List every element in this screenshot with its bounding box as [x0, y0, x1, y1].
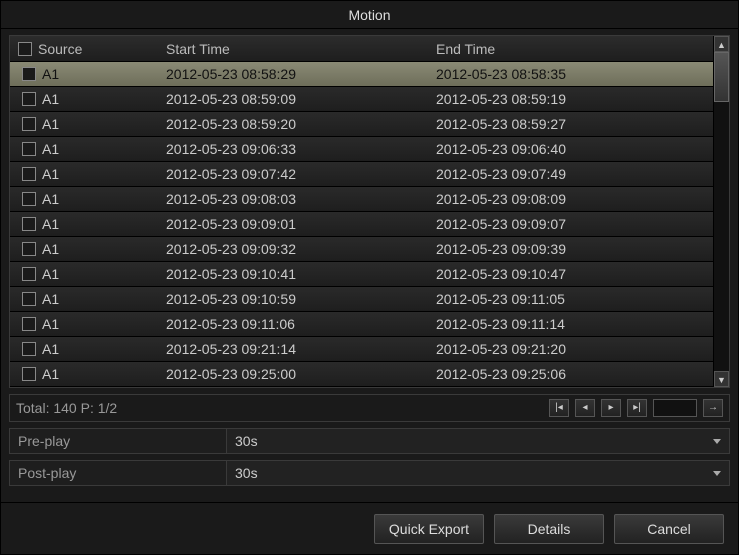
row-end: 2012-05-23 09:09:39 — [430, 241, 713, 257]
row-source: A1 — [42, 66, 59, 82]
page-input[interactable] — [653, 399, 697, 417]
row-checkbox[interactable] — [22, 267, 36, 281]
row-start: 2012-05-23 09:06:33 — [160, 141, 430, 157]
row-start: 2012-05-23 09:08:03 — [160, 191, 430, 207]
header-start: Start Time — [160, 41, 430, 57]
table-row[interactable]: A1 2012-05-23 09:21:142012-05-23 09:21:20 — [10, 337, 713, 362]
next-page-button[interactable]: ▸ — [601, 399, 621, 417]
table-row[interactable]: A1 2012-05-23 09:09:322012-05-23 09:09:39 — [10, 237, 713, 262]
postplay-value: 30s — [235, 465, 258, 481]
row-start: 2012-05-23 08:59:20 — [160, 116, 430, 132]
vertical-scrollbar[interactable]: ▲ ▼ — [713, 36, 729, 387]
header-end: End Time — [430, 41, 713, 57]
postplay-row: Post-play 30s — [9, 460, 730, 486]
table-row[interactable]: A1 2012-05-23 08:58:292012-05-23 08:58:35 — [10, 62, 713, 87]
row-source: A1 — [42, 291, 59, 307]
row-start: 2012-05-23 09:25:00 — [160, 366, 430, 382]
row-start: 2012-05-23 09:21:14 — [160, 341, 430, 357]
details-button[interactable]: Details — [494, 514, 604, 544]
cancel-button[interactable]: Cancel — [614, 514, 724, 544]
row-checkbox[interactable] — [22, 242, 36, 256]
preplay-value: 30s — [235, 433, 258, 449]
header-source: Source — [38, 41, 82, 57]
table-header-row: Source Start Time End Time — [10, 36, 713, 62]
prev-page-button[interactable]: ◂ — [575, 399, 595, 417]
row-end: 2012-05-23 09:10:47 — [430, 266, 713, 282]
dialog-footer: Quick Export Details Cancel — [1, 502, 738, 554]
scroll-track[interactable] — [714, 52, 729, 371]
row-checkbox[interactable] — [22, 167, 36, 181]
postplay-label: Post-play — [10, 465, 226, 481]
row-start: 2012-05-23 09:07:42 — [160, 166, 430, 182]
row-source: A1 — [42, 316, 59, 332]
postplay-select[interactable]: 30s — [226, 461, 729, 485]
scroll-thumb[interactable] — [714, 52, 729, 102]
last-page-button[interactable]: ▸| — [627, 399, 647, 417]
row-end: 2012-05-23 08:59:19 — [430, 91, 713, 107]
first-page-button[interactable]: |◂ — [549, 399, 569, 417]
preplay-row: Pre-play 30s — [9, 428, 730, 454]
table-row[interactable]: A1 2012-05-23 09:10:592012-05-23 09:11:05 — [10, 287, 713, 312]
table-row[interactable]: A1 2012-05-23 08:59:092012-05-23 08:59:19 — [10, 87, 713, 112]
table-row[interactable]: A1 2012-05-23 08:59:202012-05-23 08:59:27 — [10, 112, 713, 137]
row-source: A1 — [42, 216, 59, 232]
row-source: A1 — [42, 91, 59, 107]
row-checkbox[interactable] — [22, 192, 36, 206]
scroll-down-icon[interactable]: ▼ — [714, 371, 729, 387]
row-checkbox[interactable] — [22, 367, 36, 381]
row-checkbox[interactable] — [22, 117, 36, 131]
table-row[interactable]: A1 2012-05-23 09:06:332012-05-23 09:06:40 — [10, 137, 713, 162]
table-row[interactable]: A1 2012-05-23 09:08:032012-05-23 09:08:09 — [10, 187, 713, 212]
row-source: A1 — [42, 341, 59, 357]
row-start: 2012-05-23 09:10:41 — [160, 266, 430, 282]
row-source: A1 — [42, 266, 59, 282]
row-end: 2012-05-23 09:21:20 — [430, 341, 713, 357]
row-end: 2012-05-23 09:25:06 — [430, 366, 713, 382]
row-end: 2012-05-23 08:59:27 — [430, 116, 713, 132]
pager-status: Total: 140 P: 1/2 — [16, 400, 117, 416]
row-end: 2012-05-23 09:11:14 — [430, 316, 713, 332]
row-source: A1 — [42, 141, 59, 157]
row-source: A1 — [42, 166, 59, 182]
row-source: A1 — [42, 241, 59, 257]
row-checkbox[interactable] — [22, 92, 36, 106]
row-checkbox[interactable] — [22, 292, 36, 306]
row-source: A1 — [42, 191, 59, 207]
row-end: 2012-05-23 09:11:05 — [430, 291, 713, 307]
scroll-up-icon[interactable]: ▲ — [714, 36, 729, 52]
row-end: 2012-05-23 09:09:07 — [430, 216, 713, 232]
row-end: 2012-05-23 08:58:35 — [430, 66, 713, 82]
select-all-checkbox[interactable] — [18, 42, 32, 56]
row-start: 2012-05-23 09:09:01 — [160, 216, 430, 232]
table-row[interactable]: A1 2012-05-23 09:10:412012-05-23 09:10:47 — [10, 262, 713, 287]
row-start: 2012-05-23 09:10:59 — [160, 291, 430, 307]
motion-dialog: Motion Source Start Time End Time A1 2012… — [0, 0, 739, 555]
quick-export-button[interactable]: Quick Export — [374, 514, 484, 544]
row-start: 2012-05-23 09:09:32 — [160, 241, 430, 257]
row-source: A1 — [42, 116, 59, 132]
table-row[interactable]: A1 2012-05-23 09:07:422012-05-23 09:07:49 — [10, 162, 713, 187]
row-end: 2012-05-23 09:06:40 — [430, 141, 713, 157]
row-start: 2012-05-23 08:59:09 — [160, 91, 430, 107]
row-checkbox[interactable] — [22, 67, 36, 81]
row-checkbox[interactable] — [22, 342, 36, 356]
table-row[interactable]: A1 2012-05-23 09:25:002012-05-23 09:25:06 — [10, 362, 713, 387]
row-start: 2012-05-23 08:58:29 — [160, 66, 430, 82]
dialog-content: Source Start Time End Time A1 2012-05-23 … — [1, 29, 738, 502]
table-row[interactable]: A1 2012-05-23 09:09:012012-05-23 09:09:07 — [10, 212, 713, 237]
motion-table: Source Start Time End Time A1 2012-05-23 … — [9, 35, 730, 388]
row-checkbox[interactable] — [22, 142, 36, 156]
row-end: 2012-05-23 09:07:49 — [430, 166, 713, 182]
row-checkbox[interactable] — [22, 217, 36, 231]
row-start: 2012-05-23 09:11:06 — [160, 316, 430, 332]
dialog-title: Motion — [1, 1, 738, 29]
table-row[interactable]: A1 2012-05-23 09:11:062012-05-23 09:11:14 — [10, 312, 713, 337]
preplay-select[interactable]: 30s — [226, 429, 729, 453]
pager: Total: 140 P: 1/2 |◂ ◂ ▸ ▸| → — [9, 394, 730, 422]
row-source: A1 — [42, 366, 59, 382]
row-end: 2012-05-23 09:08:09 — [430, 191, 713, 207]
preplay-label: Pre-play — [10, 433, 226, 449]
row-checkbox[interactable] — [22, 317, 36, 331]
go-page-button[interactable]: → — [703, 399, 723, 417]
